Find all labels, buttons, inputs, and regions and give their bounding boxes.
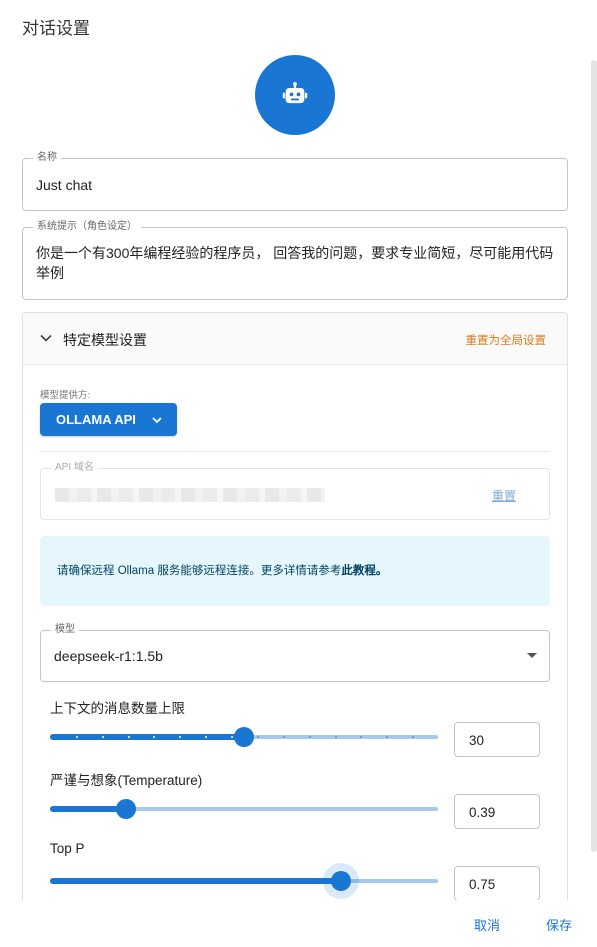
slider-thumb[interactable]	[115, 799, 136, 819]
divider	[40, 451, 550, 452]
name-field-label: 名称	[33, 152, 61, 164]
slider-track	[50, 806, 126, 812]
slider-thumb[interactable]	[331, 871, 351, 891]
slider-mark	[75, 736, 78, 738]
top-p-label: Top P	[50, 841, 85, 856]
slider-thumb[interactable]	[234, 727, 254, 747]
temperature-slider[interactable]	[50, 799, 438, 819]
scrollbar[interactable]	[591, 60, 597, 852]
provider-select-button[interactable]: OLLAMA API	[40, 403, 177, 436]
name-field-value[interactable]: Just chat	[36, 177, 92, 193]
provider-value: OLLAMA API	[56, 412, 136, 427]
slider-mark	[256, 736, 259, 738]
dropdown-arrow-icon	[527, 653, 537, 658]
model-settings-panel: 特定模型设置 重置为全局设置 模型提供方: OLLAMA API API 域名 …	[22, 312, 568, 912]
chevron-down-icon	[152, 417, 162, 424]
temperature-label: 严谨与想象(Temperature)	[50, 773, 203, 788]
api-host-value-redacted[interactable]	[55, 488, 325, 502]
top-p-input[interactable]: 0.75	[454, 866, 540, 901]
system-prompt-value[interactable]: 你是一个有300年编程经验的程序员， 回答我的问题，要求专业简短，尽可能用代码举…	[36, 243, 555, 283]
model-label: 模型	[51, 624, 79, 636]
api-host-label: API 域名	[51, 462, 98, 474]
info-alert: 请确保远程 Ollama 服务能够远程连接。更多详情请参考此教程。	[40, 536, 550, 606]
avatar[interactable]	[255, 55, 335, 135]
provider-label: 模型提供方:	[40, 390, 91, 401]
api-host-reset-button[interactable]: 重置	[492, 487, 516, 504]
info-text: 请确保远程 Ollama 服务能够远程连接。更多详情请参考	[57, 565, 342, 577]
slider-track	[50, 878, 341, 884]
dialog-title: 对话设置	[22, 19, 90, 38]
top-p-slider[interactable]	[50, 863, 438, 899]
robot-icon	[282, 82, 308, 104]
tutorial-link[interactable]: 此教程。	[341, 565, 387, 577]
reset-global-button[interactable]: 重置为全局设置	[466, 332, 547, 348]
slider-track	[50, 734, 244, 740]
context-limit-slider[interactable]	[50, 727, 438, 747]
slider-mark	[101, 736, 104, 738]
save-button[interactable]: 保存	[546, 915, 572, 934]
cancel-button[interactable]: 取消	[474, 915, 500, 934]
system-prompt-field[interactable]: 系统提示（角色设定） 你是一个有300年编程经验的程序员， 回答我的问题，要求专…	[22, 221, 568, 300]
system-prompt-label: 系统提示（角色设定）	[33, 221, 141, 233]
model-select[interactable]: 模型 deepseek-r1:1.5b	[40, 624, 550, 682]
temperature-input[interactable]: 0.39	[454, 794, 540, 829]
slider-mark	[282, 736, 285, 738]
slider-mark	[308, 736, 311, 738]
slider-mark	[334, 736, 337, 738]
api-host-field[interactable]: API 域名 重置	[40, 462, 550, 520]
model-settings-header[interactable]: 特定模型设置 重置为全局设置	[23, 313, 567, 365]
name-field[interactable]: 名称 Just chat	[22, 152, 568, 211]
model-settings-title: 特定模型设置	[63, 332, 147, 348]
slider-mark	[127, 736, 130, 738]
dialog-footer: 取消 保存	[0, 900, 597, 947]
context-limit-input[interactable]: 30	[454, 722, 540, 757]
model-value: deepseek-r1:1.5b	[54, 648, 163, 664]
context-limit-label: 上下文的消息数量上限	[50, 701, 185, 716]
chevron-down-icon	[40, 334, 52, 342]
